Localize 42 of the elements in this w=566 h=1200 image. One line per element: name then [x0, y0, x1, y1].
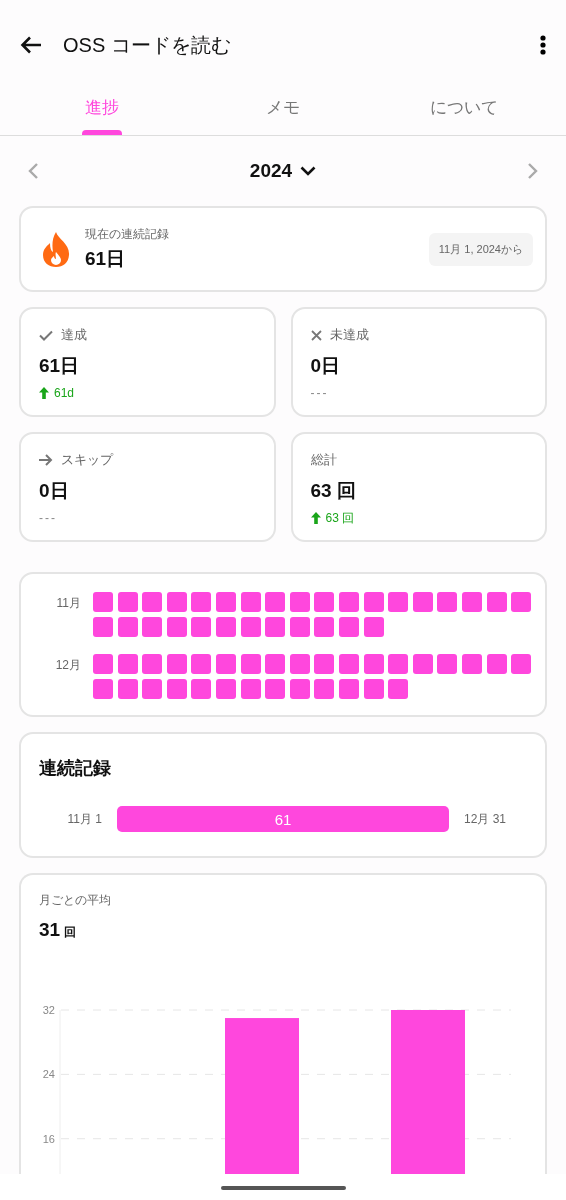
stat-label: 総計	[310, 451, 337, 469]
arrow-up-icon	[39, 387, 49, 399]
close-icon	[310, 329, 322, 341]
start-date-badge: 11月 1, 2024から	[428, 232, 533, 266]
tab[interactable]: メモ	[266, 90, 300, 126]
month-label: 11月	[55, 595, 82, 612]
stat-change: ---	[310, 386, 329, 400]
average-unit: 回	[64, 924, 77, 941]
stat-change: 63 回	[325, 509, 355, 527]
arrow-right-icon	[39, 454, 53, 466]
stat-value: 0日	[39, 479, 70, 503]
more-icon[interactable]	[540, 35, 546, 55]
stat-value: 0日	[310, 354, 342, 378]
month-label: 12月	[54, 657, 82, 674]
axis-tick-label: 32	[42, 1004, 55, 1016]
back-icon[interactable]	[20, 36, 42, 54]
stat-change: ---	[39, 511, 57, 525]
section-title: 連続記録	[39, 757, 112, 780]
axis-tick-label: 16	[42, 1132, 55, 1145]
flame-icon	[41, 230, 71, 268]
start-date: 11月 1	[66, 810, 103, 828]
tab[interactable]: について	[429, 90, 498, 126]
axis-tick-label: 24	[42, 1068, 55, 1081]
chevron-down-icon[interactable]	[300, 166, 317, 176]
stat-value: 63 回	[310, 479, 357, 503]
streak-label: 現在の連続記録	[85, 226, 170, 243]
year-label[interactable]: 2024	[249, 160, 293, 182]
streak-bar: 61	[117, 806, 449, 832]
tab-indicator	[82, 130, 123, 135]
tab[interactable]: 進捗	[85, 90, 120, 126]
stat-label: 達成	[61, 326, 87, 344]
average-value: 31	[39, 919, 61, 941]
average-label: 月ごとの平均	[39, 892, 112, 909]
end-date: 12月 31	[463, 810, 508, 828]
stat-label: スキップ	[61, 451, 113, 469]
arrow-up-icon	[310, 512, 321, 524]
page-title: OSS コードを読む	[63, 32, 232, 58]
streak-value: 61日	[85, 247, 127, 271]
stat-value: 61日	[39, 354, 81, 378]
check-icon	[39, 329, 53, 341]
stat-change: 61d	[54, 386, 75, 400]
stat-label: 未達成	[329, 326, 369, 344]
